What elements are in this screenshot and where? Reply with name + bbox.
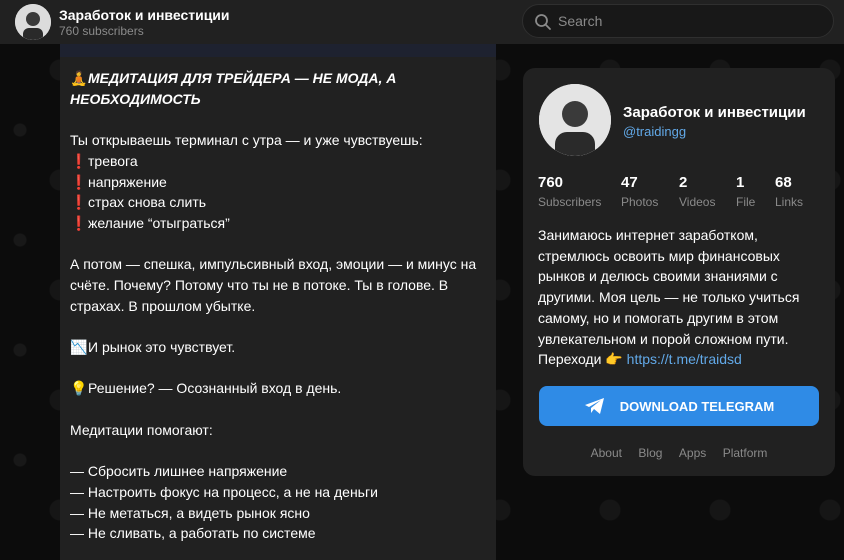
exclamation-emoji: ❗ xyxy=(70,194,88,211)
meditation-emoji: 🧘 xyxy=(70,70,88,86)
channel-handle-link[interactable]: @traidingg xyxy=(623,124,686,139)
search-box[interactable] xyxy=(522,4,834,38)
help-item: — Не сливать, а работать по системе xyxy=(70,525,316,542)
stat-links[interactable]: 68 Links xyxy=(775,174,803,209)
channel-header: Заработок и инвестиции 760 subscribers xyxy=(0,0,844,44)
channel-post: 🧘МЕДИТАЦИЯ ДЛЯ ТРЕЙДЕРА — НЕ МОДА, А НЕО… xyxy=(60,44,496,560)
point-right-emoji: 👉 xyxy=(605,351,623,368)
channel-description: Занимаюсь интернет заработком, стремлюсь… xyxy=(538,227,800,368)
stat-files[interactable]: 1 File xyxy=(736,174,755,209)
help-title: Медитации помогают: xyxy=(70,421,213,438)
post-heading: 🧘МЕДИТАЦИЯ ДЛЯ ТРЕЙДЕРА — НЕ МОДА, А НЕО… xyxy=(70,70,397,107)
exclamation-emoji: ❗ xyxy=(70,152,88,169)
stat-subscribers: 760 Subscribers xyxy=(538,174,602,209)
help-item: — Не метаться, а видеть рынок ясно xyxy=(70,504,310,521)
footer-link-apps[interactable]: Apps xyxy=(679,446,706,460)
feeling-item: ❗желание “отыграться” xyxy=(70,213,486,234)
exclamation-emoji: ❗ xyxy=(70,214,88,231)
stat-photos[interactable]: 47 Photos xyxy=(621,174,658,209)
feeling-item: ❗напряжение xyxy=(70,172,486,193)
channel-avatar-large xyxy=(539,84,611,156)
channel-name: Заработок и инвестиции xyxy=(623,104,806,121)
chart-down-emoji: 📉 xyxy=(70,339,88,356)
channel-info-card: Заработок и инвестиции @traidingg 760 Su… xyxy=(523,68,835,476)
footer-link-blog[interactable]: Blog xyxy=(638,446,662,460)
channel-avatar[interactable] xyxy=(15,4,51,40)
market-line: 📉И рынок это чувствует. xyxy=(70,337,486,358)
exclamation-emoji: ❗ xyxy=(70,173,88,190)
channel-external-link[interactable]: https://t.me/traidsd xyxy=(627,351,742,367)
help-item: — Настроить фокус на процесс, а не на де… xyxy=(70,483,378,500)
post-paragraph: А потом — спешка, импульсивный вход, эмо… xyxy=(70,256,477,314)
solution-line: 💡Решение? — Осознанный вход в день. xyxy=(70,378,486,399)
feeling-item: ❗страх снова слить xyxy=(70,192,486,213)
footer-link-about[interactable]: About xyxy=(591,446,622,460)
telegram-plane-icon xyxy=(584,398,604,414)
footer-link-platform[interactable]: Platform xyxy=(723,446,768,460)
feeling-item: ❗тревога xyxy=(70,151,486,172)
download-telegram-button[interactable]: DOWNLOAD TELEGRAM xyxy=(539,386,819,426)
search-input[interactable] xyxy=(558,5,828,37)
stat-videos[interactable]: 2 Videos xyxy=(679,174,715,209)
search-icon xyxy=(535,14,551,30)
subscriber-count: 760 subscribers xyxy=(59,24,144,38)
post-intro: Ты открываешь терминал с утра — и уже чу… xyxy=(70,132,423,149)
bulb-emoji: 💡 xyxy=(70,380,88,397)
help-item: — Сбросить лишнее напряжение xyxy=(70,463,288,480)
channel-title[interactable]: Заработок и инвестиции xyxy=(59,7,230,23)
post-top-edge xyxy=(60,44,496,57)
footer-links: About Blog Apps Platform xyxy=(523,444,835,462)
